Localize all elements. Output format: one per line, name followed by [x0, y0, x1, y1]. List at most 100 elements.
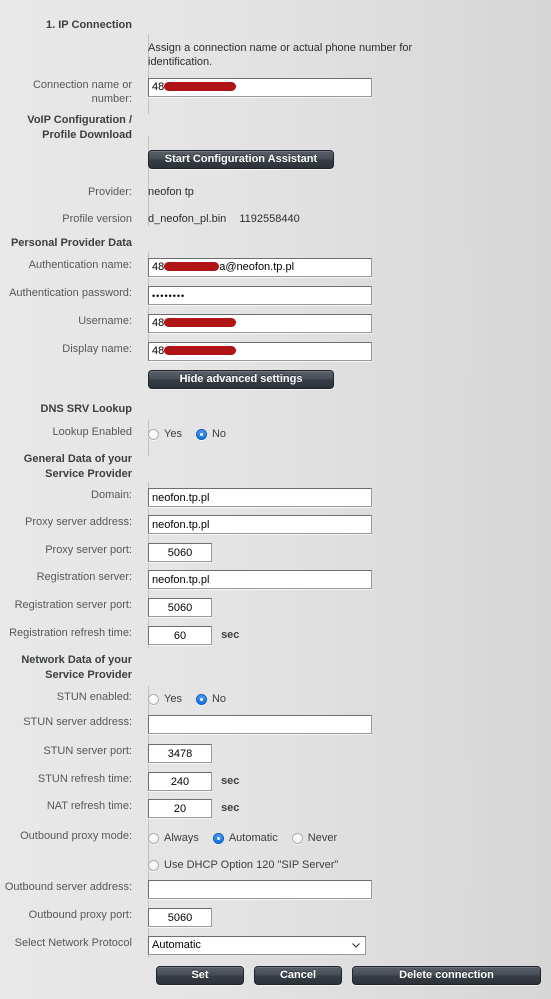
nat-refresh-time-input[interactable]	[148, 799, 212, 818]
stun-server-address-input[interactable]	[148, 715, 372, 734]
row-domain: Domain:	[0, 488, 551, 507]
network-protocol-selected-value: Automatic	[152, 939, 201, 951]
label-personal-provider-data: Personal Provider Data	[10, 237, 132, 249]
delete-connection-button[interactable]: Delete connection	[352, 966, 541, 985]
radio-circle-selected-icon	[195, 428, 207, 440]
redaction-bar	[164, 261, 220, 271]
outbound-proxy-port-input[interactable]	[148, 908, 212, 927]
label-outbound-proxy-mode: Outbound proxy mode:	[20, 830, 132, 842]
stun-enabled-radio-yes[interactable]: Yes	[148, 693, 182, 705]
label-proxy-server-address: Proxy server address:	[25, 516, 132, 528]
row-registration-server-port: Registration server port:	[0, 598, 551, 617]
registration-refresh-time-input[interactable]	[148, 626, 212, 645]
connection-hint-text: Assign a connection name or actual phone…	[148, 42, 413, 68]
set-button[interactable]: Set	[156, 966, 244, 985]
proxy-server-port-input[interactable]	[148, 543, 212, 562]
outbound-proxy-mode-automatic-label: Automatic	[228, 832, 278, 844]
outbound-proxy-mode-radio-dhcp-option-120[interactable]: Use DHCP Option 120 "SIP Server"	[148, 859, 338, 871]
outbound-proxy-mode-radio-never[interactable]: Never	[291, 832, 338, 844]
row-start-assistant: Start Configuration Assistant	[0, 150, 551, 169]
row-profile-version: Profile version d_neofon_pl.bin 11925584…	[0, 212, 551, 230]
stun-enabled-radio-no[interactable]: No	[195, 693, 226, 705]
outbound-proxy-mode-never-label: Never	[307, 832, 338, 844]
connection-name-input[interactable]: 48	[148, 78, 372, 97]
provider-value: neofon tp	[148, 186, 194, 198]
auth-name-prefix: 48	[152, 261, 165, 273]
outbound-server-address-input[interactable]	[148, 880, 372, 899]
unit-sec: sec	[221, 775, 240, 787]
auth-password-input[interactable]: ••••••••	[148, 286, 372, 305]
label-stun-server-address: STUN server address:	[23, 716, 132, 728]
label-voip-config: VoIP Configuration / Profile Download	[27, 114, 132, 141]
outbound-proxy-mode-radio-group: Always Automatic Never	[148, 829, 551, 847]
radio-circle-selected-icon	[212, 832, 224, 844]
registration-server-port-input[interactable]	[148, 598, 212, 617]
radio-circle-icon	[148, 428, 159, 440]
row-proxy-server-port: Proxy server port:	[0, 543, 551, 562]
username-input[interactable]: 48	[148, 314, 372, 333]
row-stun-refresh-time: STUN refresh time: sec	[0, 772, 551, 791]
row-provider: Provider: neofon tp	[0, 185, 551, 203]
auth-name-input[interactable]: 48 a@neofon.tp.pl	[148, 258, 372, 277]
section-heading-voip-config: VoIP Configuration / Profile Download	[0, 113, 551, 143]
lookup-enabled-no-label: No	[211, 428, 227, 440]
label-dns-srv-lookup: DNS SRV Lookup	[40, 403, 132, 415]
label-profile-version: Profile version	[62, 213, 132, 225]
label-proxy-server-port: Proxy server port:	[45, 544, 132, 556]
stun-server-port-input[interactable]	[148, 744, 212, 763]
stun-refresh-time-input[interactable]	[148, 772, 212, 791]
label-select-network-protocol: Select Network Protocol	[14, 937, 132, 949]
display-name-input[interactable]: 48	[148, 342, 372, 361]
label-outbound-proxy-port: Outbound proxy port:	[28, 909, 132, 921]
hide-advanced-settings-button[interactable]: Hide advanced settings	[148, 370, 334, 389]
radio-circle-selected-icon	[195, 693, 207, 705]
label-stun-refresh-time: STUN refresh time:	[37, 773, 132, 785]
label-outbound-server-address: Outbound server address:	[4, 881, 132, 893]
section-heading-dns-srv-lookup: DNS SRV Lookup	[0, 402, 551, 420]
row-connection-name: Connection name or number: 48	[0, 78, 551, 106]
outbound-proxy-mode-always-label: Always	[164, 832, 199, 844]
outbound-proxy-mode-radio-always[interactable]: Always	[148, 832, 199, 844]
row-stun-server-address: STUN server address:	[0, 715, 551, 734]
label-stun-enabled: STUN enabled:	[56, 691, 132, 703]
section-heading-ip-connection: 1. IP Connection	[0, 18, 551, 36]
row-lookup-enabled: Lookup Enabled Yes No	[0, 425, 551, 443]
footer-button-bar: Set Cancel Delete connection	[156, 966, 551, 985]
username-value: 48	[152, 317, 165, 329]
section-heading-network-data: Network Data of your Service Provider	[0, 653, 551, 683]
connection-name-value: 48	[152, 81, 165, 93]
label-general-data: General Data of your Service Provider	[23, 453, 132, 480]
voip-connection-settings-page: 1. IP Connection Assign a connection nam…	[0, 0, 551, 999]
label-lookup-enabled: Lookup Enabled	[52, 426, 132, 438]
radio-circle-icon	[148, 693, 159, 705]
section-heading-general-data: General Data of your Service Provider	[0, 452, 551, 482]
row-auth-name: Authentication name: 48 a@neofon.tp.pl	[0, 258, 551, 277]
label-registration-server-port: Registration server port:	[14, 599, 132, 611]
redaction-bar	[164, 81, 237, 91]
lookup-enabled-radio-group: Yes No	[148, 425, 551, 443]
start-configuration-assistant-button[interactable]: Start Configuration Assistant	[148, 150, 334, 169]
proxy-server-address-input[interactable]	[148, 515, 372, 534]
lookup-enabled-radio-yes[interactable]: Yes	[148, 428, 182, 440]
label-auth-password: Authentication password:	[9, 287, 132, 299]
profile-number-value: 1192558440	[239, 213, 300, 225]
section-heading-personal-provider-data: Personal Provider Data	[0, 236, 551, 254]
row-display-name: Display name: 48	[0, 342, 551, 361]
row-nat-refresh-time: NAT refresh time: sec	[0, 799, 551, 818]
row-registration-server: Registration server:	[0, 570, 551, 589]
row-select-network-protocol: Select Network Protocol Automatic	[0, 936, 551, 955]
lookup-enabled-radio-no[interactable]: No	[195, 428, 227, 440]
radio-circle-icon	[291, 832, 303, 844]
domain-input[interactable]	[148, 488, 372, 507]
radio-circle-icon	[148, 832, 159, 844]
outbound-proxy-mode-radio-automatic[interactable]: Automatic	[212, 832, 278, 844]
row-hide-advanced: Hide advanced settings	[0, 370, 551, 389]
unit-sec: sec	[221, 629, 240, 641]
redaction-bar	[164, 317, 237, 327]
registration-server-input[interactable]	[148, 570, 372, 589]
network-protocol-select[interactable]: Automatic	[148, 936, 366, 955]
dhcp-option-120-label: Use DHCP Option 120 "SIP Server"	[164, 859, 339, 871]
label-username: Username:	[78, 315, 132, 327]
label-registration-refresh-time: Registration refresh time:	[9, 627, 132, 639]
cancel-button[interactable]: Cancel	[254, 966, 342, 985]
